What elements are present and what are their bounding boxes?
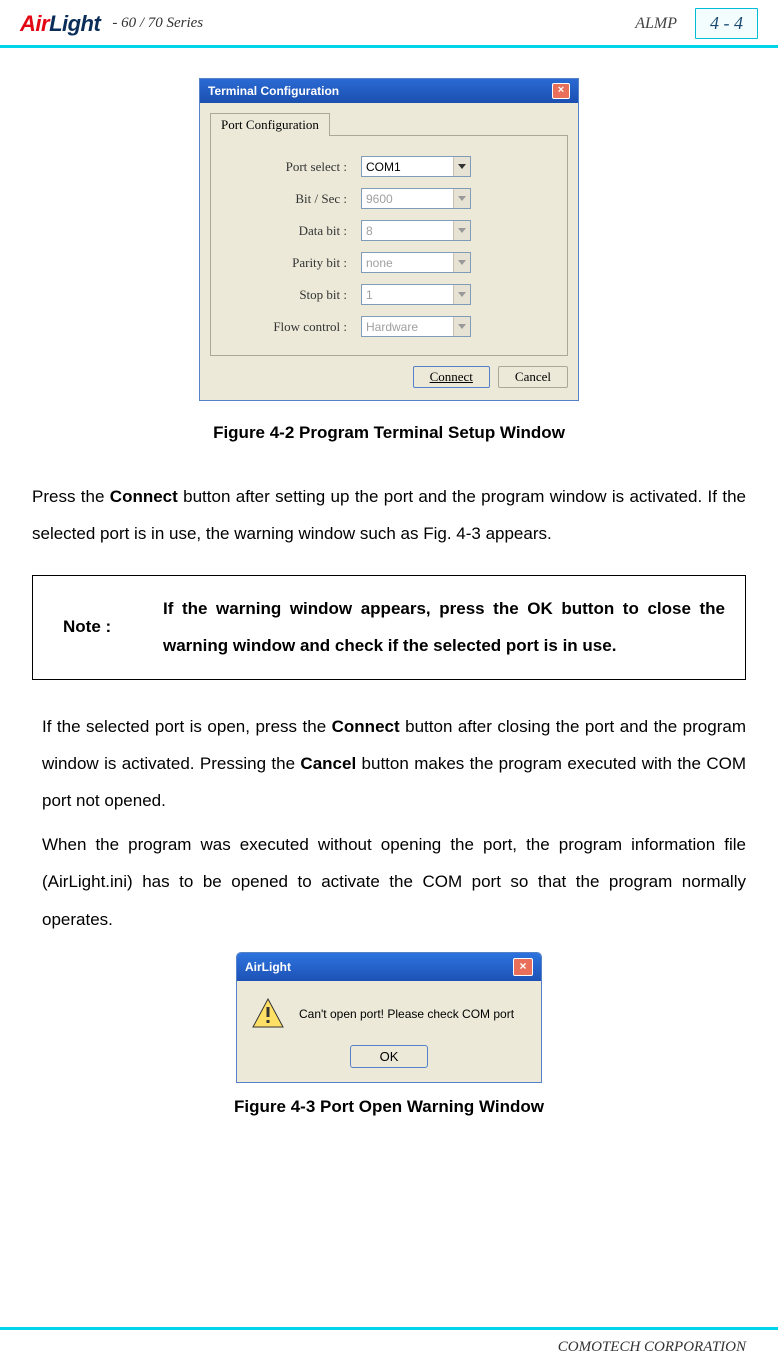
airlight-warning-dialog: AirLight × Can't open port! Please check… xyxy=(236,952,542,1083)
field-parity-bit: Parity bit : none xyxy=(231,252,547,273)
figure-2-wrap: AirLight × Can't open port! Please check… xyxy=(32,952,746,1083)
warning-body: Can't open port! Please check COM port O… xyxy=(237,981,541,1082)
dialog-body: Port Configuration Port select : COM1 Bi… xyxy=(200,103,578,400)
figure-1-wrap: Terminal Configuration × Port Configurat… xyxy=(32,78,746,401)
chevron-down-icon xyxy=(453,189,470,208)
almp-label: ALMP xyxy=(635,15,677,33)
close-icon[interactable]: × xyxy=(513,958,533,976)
bit-sec-input: 9600 xyxy=(361,188,471,209)
port-select-label: Port select : xyxy=(231,159,361,175)
series-label: - 60 / 70 Series xyxy=(112,15,203,32)
footer-divider xyxy=(0,1327,778,1330)
terminal-config-dialog: Terminal Configuration × Port Configurat… xyxy=(199,78,579,401)
logo-part1: Air xyxy=(20,11,49,36)
chevron-down-icon xyxy=(453,285,470,304)
connect-button[interactable]: Connect xyxy=(413,366,490,388)
warning-icon xyxy=(251,997,285,1031)
close-icon[interactable]: × xyxy=(552,83,570,99)
parity-bit-label: Parity bit : xyxy=(231,255,361,271)
field-flow-control: Flow control : Hardware xyxy=(231,316,547,337)
logo-part2: Light xyxy=(49,11,100,36)
data-bit-label: Data bit : xyxy=(231,223,361,239)
note-text: If the warning window appears, press the… xyxy=(163,590,725,665)
warning-titlebar: AirLight × xyxy=(237,953,541,981)
para2a-b1: Connect xyxy=(332,717,400,736)
chevron-down-icon[interactable] xyxy=(453,157,470,176)
paragraph-1: Press the Connect button after setting u… xyxy=(32,478,746,553)
chevron-down-icon xyxy=(453,317,470,336)
warning-message: Can't open port! Please check COM port xyxy=(299,1007,514,1021)
chevron-down-icon xyxy=(453,221,470,240)
page-number-box: 4 - 4 xyxy=(695,8,758,39)
page-number: 4 - 4 xyxy=(710,13,743,33)
figure-2-caption: Figure 4-3 Port Open Warning Window xyxy=(32,1097,746,1117)
dialog-titlebar: Terminal Configuration × xyxy=(200,79,578,103)
port-select-input[interactable]: COM1 xyxy=(361,156,471,177)
figure-1-caption: Figure 4-2 Program Terminal Setup Window xyxy=(32,423,746,443)
data-bit-input: 8 xyxy=(361,220,471,241)
logo: AirLight xyxy=(20,11,100,37)
para1-text-before: Press the xyxy=(32,487,110,506)
parity-bit-input: none xyxy=(361,252,471,273)
bit-sec-value: 9600 xyxy=(366,192,393,206)
warning-message-row: Can't open port! Please check COM port xyxy=(251,997,527,1031)
content-area: Terminal Configuration × Port Configurat… xyxy=(0,48,778,1162)
para2a-1: If the selected port is open, press the xyxy=(42,717,332,736)
paragraph-2b: When the program was executed without op… xyxy=(32,826,746,938)
field-bit-sec: Bit / Sec : 9600 xyxy=(231,188,547,209)
dialog-title: Terminal Configuration xyxy=(208,84,339,98)
stop-bit-value: 1 xyxy=(366,288,373,302)
dialog-button-row: Connect Cancel xyxy=(210,366,568,388)
parity-bit-value: none xyxy=(366,256,393,270)
field-port-select: Port select : COM1 xyxy=(231,156,547,177)
stop-bit-input: 1 xyxy=(361,284,471,305)
chevron-down-icon xyxy=(453,253,470,272)
flow-control-input: Hardware xyxy=(361,316,471,337)
warning-button-row: OK xyxy=(251,1045,527,1068)
note-label: Note : xyxy=(63,590,163,665)
warning-title: AirLight xyxy=(245,960,291,974)
field-stop-bit: Stop bit : 1 xyxy=(231,284,547,305)
para1-bold: Connect xyxy=(110,487,178,506)
flow-control-value: Hardware xyxy=(366,320,418,334)
footer-text: COMOTECH CORPORATION xyxy=(558,1339,746,1356)
para2a-b2: Cancel xyxy=(300,754,356,773)
stop-bit-label: Stop bit : xyxy=(231,287,361,303)
ok-button[interactable]: OK xyxy=(350,1045,428,1068)
paragraph-2a: If the selected port is open, press the … xyxy=(32,708,746,820)
cancel-button[interactable]: Cancel xyxy=(498,366,568,388)
tab-panel: Port select : COM1 Bit / Sec : 9600 xyxy=(210,135,568,356)
flow-control-label: Flow control : xyxy=(231,319,361,335)
field-data-bit: Data bit : 8 xyxy=(231,220,547,241)
port-select-value: COM1 xyxy=(366,160,401,174)
bit-sec-label: Bit / Sec : xyxy=(231,191,361,207)
data-bit-value: 8 xyxy=(366,224,373,238)
note-box: Note : If the warning window appears, pr… xyxy=(32,575,746,680)
tab-port-configuration[interactable]: Port Configuration xyxy=(210,113,330,136)
page-header: AirLight - 60 / 70 Series ALMP 4 - 4 xyxy=(0,0,778,45)
